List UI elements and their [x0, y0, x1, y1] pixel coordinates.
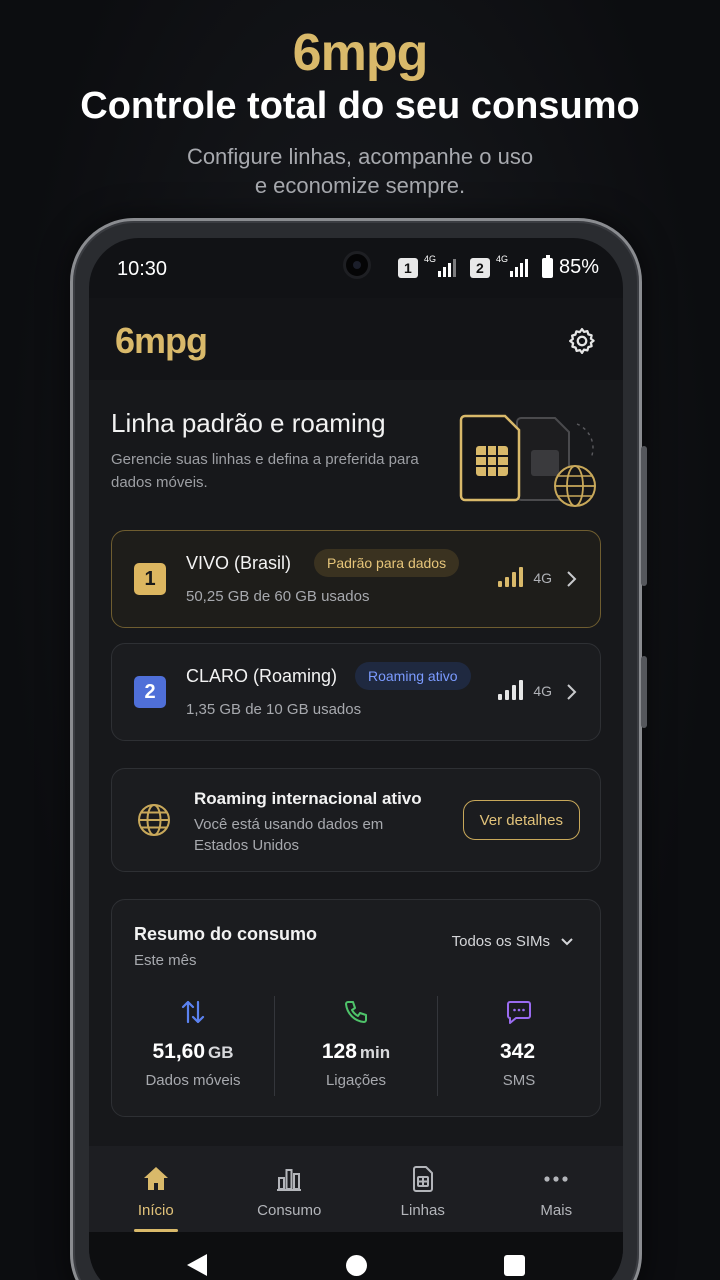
sim1-indicator: 1	[397, 257, 418, 278]
status-bar: 10:30 1 4G 2 4G 85%	[89, 238, 623, 298]
nav-item-mais[interactable]: Mais	[490, 1146, 624, 1232]
sim-card-icon	[412, 1166, 433, 1192]
nav-item-inicio[interactable]: Início	[89, 1146, 223, 1232]
globe-icon	[138, 804, 170, 836]
line-card-vivo[interactable]: 1 VIVO (Brasil) Padrão para dados 50,25 …	[111, 530, 601, 628]
nav-label: Consumo	[257, 1202, 322, 1219]
stat-value: 51,60	[152, 1040, 206, 1063]
data-transfer-icon	[181, 1000, 205, 1024]
promo-subtitle-line: Configure linhas, acompanhe o uso	[186, 144, 534, 169]
stat-label: SMS	[502, 1072, 536, 1089]
signal-bars-icon	[498, 567, 524, 587]
roaming-title: Roaming internacional ativo	[194, 789, 422, 808]
chevron-right-icon	[567, 571, 577, 587]
back-icon[interactable]	[187, 1254, 207, 1276]
recent-apps-button[interactable]	[504, 1255, 525, 1276]
phone-frame: 10:30 1 4G 2 4G 85% 6mpg Linha padrão e …	[70, 218, 647, 1280]
sim-filter-dropdown[interactable]: Todos os SIMs	[452, 933, 574, 950]
promo-subtitle: Configure linhas, acompanhe o uso e econ…	[0, 142, 720, 200]
signal-icon	[509, 258, 528, 277]
chevron-down-icon	[561, 937, 573, 945]
stat-data: 51,60 GB Dados móveis	[112, 996, 274, 1096]
network-type: 4G	[423, 254, 436, 264]
home-icon	[143, 1167, 168, 1190]
bar-chart-icon	[277, 1169, 302, 1191]
signal-bars-icon	[498, 680, 524, 700]
main-content: Linha padrão e roaming Gerencie suas lin…	[89, 380, 623, 1146]
line-card-claro[interactable]: 2 CLARO (Roaming) Roaming ativo 1,35 GB …	[111, 643, 601, 741]
stat-value: 342	[499, 1040, 536, 1063]
promo-subtitle-line: e economize sempre.	[254, 173, 466, 198]
roaming-description: Você está usando dados em Estados Unidos	[194, 816, 384, 854]
line-usage: 50,25 GB de 60 GB usados	[186, 588, 370, 605]
promo-title: Controle total do seu consumo	[80, 85, 640, 127]
stat-label: Ligações	[325, 1072, 387, 1089]
system-navigation-bar	[89, 1232, 623, 1280]
signal-icon	[437, 258, 456, 277]
sim-cards-illustration	[459, 414, 596, 507]
stat-unit: min	[359, 1043, 391, 1062]
summary-stats: 51,60 GB Dados móveis 128 min Ligações 3…	[112, 996, 600, 1096]
power-button	[641, 656, 647, 728]
network-label: 4G	[533, 570, 552, 586]
line-name: CLARO (Roaming)	[186, 666, 338, 686]
line-signal: 4G	[498, 567, 552, 587]
app-logo: 6mpg	[115, 320, 208, 361]
stat-calls: 128 min Ligações	[274, 996, 437, 1096]
volume-button	[641, 446, 647, 586]
gear-icon[interactable]	[567, 326, 597, 356]
network-type: 4G	[495, 254, 508, 264]
phone-icon	[345, 1001, 367, 1023]
line-usage: 1,35 GB de 10 GB usados	[186, 701, 362, 718]
stat-sms: 342 SMS	[437, 996, 600, 1096]
chat-icon	[507, 1001, 531, 1024]
nav-item-consumo[interactable]: Consumo	[223, 1146, 357, 1232]
sim-number-badge: 1	[134, 563, 166, 595]
stat-unit: GB	[208, 1043, 234, 1062]
default-data-badge: Padrão para dados	[314, 549, 460, 577]
network-label: 4G	[533, 683, 552, 699]
nav-label: Mais	[540, 1202, 573, 1219]
summary-period: Este mês	[134, 952, 197, 969]
battery-level: 85%	[558, 256, 599, 278]
roaming-info-card: Roaming internacional ativo Você está us…	[111, 768, 601, 872]
sim-number-badge: 2	[134, 676, 166, 708]
status-time: 10:30	[117, 258, 168, 280]
status-icons: 1 4G 2 4G 85%	[397, 254, 599, 279]
chevron-right-icon	[567, 684, 577, 700]
page-title: Linha padrão e roaming	[111, 408, 386, 438]
promo-logo: 6mpg	[292, 24, 429, 82]
phone-screen: 10:30 1 4G 2 4G 85% 6mpg Linha padrão e …	[89, 238, 623, 1280]
line-signal: 4G	[498, 680, 552, 700]
front-camera	[343, 251, 371, 279]
stat-label: Dados móveis	[145, 1072, 241, 1089]
sim2-indicator: 2	[469, 257, 490, 278]
view-details-button[interactable]: Ver detalhes	[462, 800, 580, 840]
sim-filter-value: Todos os SIMs	[451, 933, 550, 950]
line-name: VIVO (Brasil)	[186, 553, 292, 573]
page-subtitle: Gerencie suas linhas e defina a preferid…	[111, 451, 419, 491]
roaming-active-badge: Roaming ativo	[355, 662, 471, 690]
summary-title: Resumo do consumo	[134, 924, 318, 944]
more-icon	[544, 1176, 568, 1182]
battery-icon	[541, 254, 553, 278]
nav-label: Início	[137, 1202, 174, 1219]
stat-value: 128	[321, 1040, 357, 1063]
usage-summary-card: Resumo do consumo Este mês Todos os SIMs…	[111, 899, 601, 1117]
nav-item-linhas[interactable]: Linhas	[356, 1146, 490, 1232]
home-button[interactable]	[346, 1255, 367, 1276]
promo-header: 6mpg Controle total do seu consumo Confi…	[0, 24, 720, 200]
app-bar: 6mpg	[89, 298, 623, 380]
bottom-navigation: Início Consumo Linhas Mais	[89, 1146, 623, 1232]
nav-label: Linhas	[400, 1202, 445, 1219]
